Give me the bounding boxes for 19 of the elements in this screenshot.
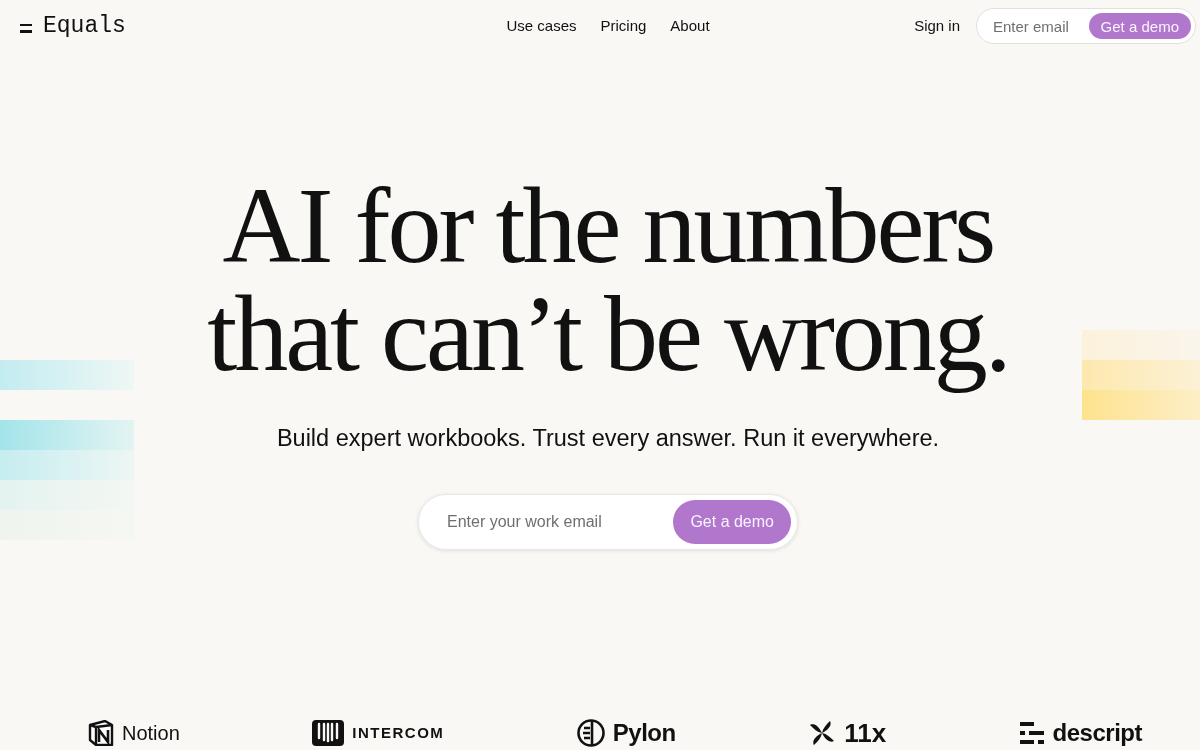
email-field[interactable]: Enter email: [993, 17, 1089, 35]
company-wordmark: descript: [1052, 719, 1142, 747]
company-wordmark: 11x: [844, 719, 887, 747]
equals-sign-icon: [20, 23, 32, 33]
company-wordmark: Pylon: [612, 719, 676, 747]
nav-link[interactable]: Pricing: [600, 16, 647, 36]
circle-lines-logo-icon: [576, 719, 605, 747]
dashed-lines-logo-icon: [1018, 721, 1045, 745]
cube-logo-icon: [88, 720, 114, 746]
company-wordmark: Notion: [122, 721, 180, 746]
logo-wordmark[interactable]: Equals: [43, 12, 126, 40]
company-wordmark: INTERCOM: [352, 723, 445, 743]
work-email-field[interactable]: Enter your work email: [447, 513, 674, 531]
nav-link[interactable]: Use cases: [506, 16, 577, 36]
nav-link[interactable]: About: [670, 16, 710, 36]
sign-in-link[interactable]: Sign in: [914, 16, 960, 36]
hero-headline: AI for the numbers that can’t be wrong.: [206, 172, 1010, 395]
hero-subtitle: Build expert workbooks. Trust every answer. Run it everywhere.: [276, 424, 940, 453]
grille-logo-icon: [312, 720, 345, 746]
